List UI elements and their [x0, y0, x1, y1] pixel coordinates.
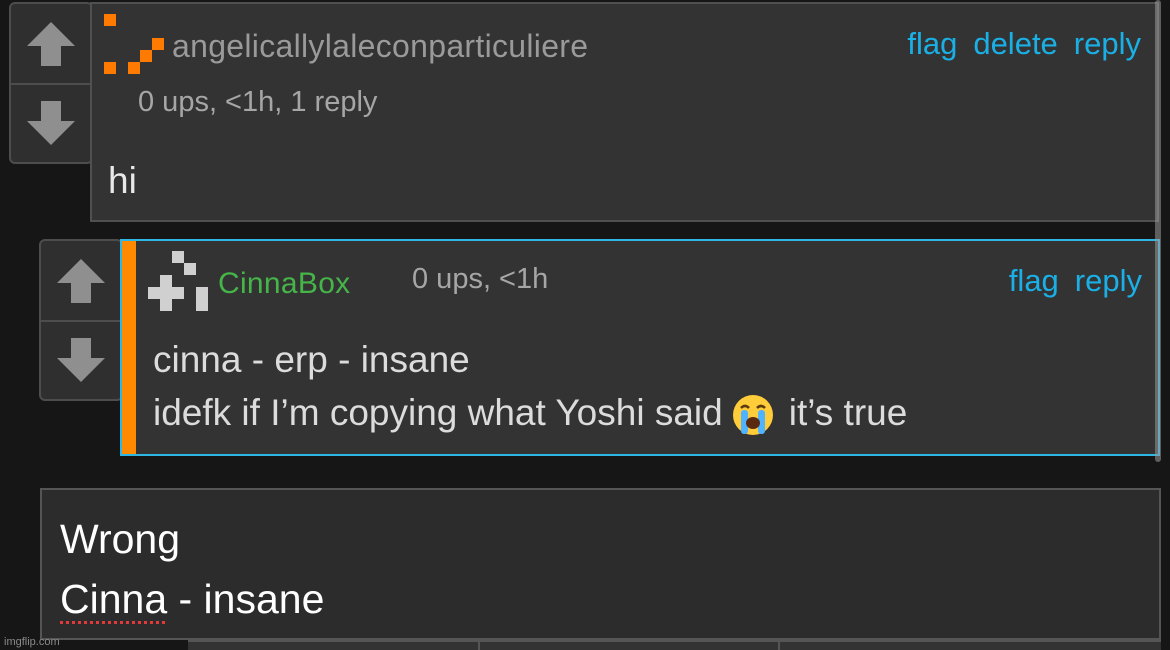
arrow-up-icon [27, 21, 75, 66]
arrow-down-icon [27, 100, 75, 145]
reply-link[interactable]: reply [1075, 263, 1142, 299]
reply-line-2-end: it’s true [788, 392, 908, 433]
downvote-button[interactable] [41, 320, 121, 399]
reply-accent-bar [122, 241, 136, 454]
crying-face-emoji-icon [732, 395, 773, 436]
user-avatar [148, 251, 208, 311]
comment-input[interactable]: Wrong Cinna - insane [40, 488, 1161, 640]
reply-panel: CinnaBox 0 ups, <1h flag reply cinna - e… [120, 239, 1160, 456]
arrow-up-icon [57, 258, 105, 303]
flag-link[interactable]: flag [1009, 263, 1059, 299]
upvote-button[interactable] [11, 4, 91, 85]
comment-body: hi [108, 160, 137, 201]
downvote-button[interactable] [11, 83, 91, 162]
composer-line-2: Cinna - insane [60, 576, 324, 623]
toolbar-segment[interactable] [188, 640, 478, 650]
scrollbar-thumb[interactable] [1155, 0, 1161, 462]
reply-actions: flag reply [1009, 263, 1142, 299]
watermark: imgflip.com [4, 636, 60, 648]
flag-link[interactable]: flag [907, 26, 957, 62]
upvote-button[interactable] [41, 241, 121, 322]
user-avatar [104, 14, 164, 74]
toolbar-segment[interactable] [478, 640, 778, 650]
comment-panel: angelicallylaleconparticuliere flag dele… [90, 2, 1159, 222]
misspelled-word[interactable]: Cinna [60, 576, 167, 622]
comment-actions: flag delete reply [907, 26, 1141, 62]
comment-meta: 0 ups, <1h, 1 reply [138, 86, 378, 118]
vote-box-comment-2 [39, 239, 123, 401]
comment-username[interactable]: angelicallylaleconparticuliere [172, 28, 588, 65]
composer-line-2-rest: - insane [167, 576, 325, 622]
reply-meta: 0 ups, <1h [412, 263, 549, 295]
reply-line-2-text: idefk if I’m copying what Yoshi said [153, 392, 723, 433]
delete-link[interactable]: delete [973, 26, 1057, 62]
arrow-down-icon [57, 337, 105, 382]
reply-username[interactable]: CinnaBox [218, 267, 350, 301]
composer-line-1: Wrong [60, 516, 181, 562]
vote-box-comment-1 [9, 2, 93, 164]
reply-line-1: cinna - erp - insane [153, 339, 470, 380]
reply-link[interactable]: reply [1074, 26, 1141, 62]
reply-body: cinna - erp - insane idefk if I’m copyin… [153, 333, 907, 439]
reply-line-2: idefk if I’m copying what Yoshi said it’… [153, 386, 907, 439]
toolbar-segment[interactable] [778, 640, 1161, 650]
